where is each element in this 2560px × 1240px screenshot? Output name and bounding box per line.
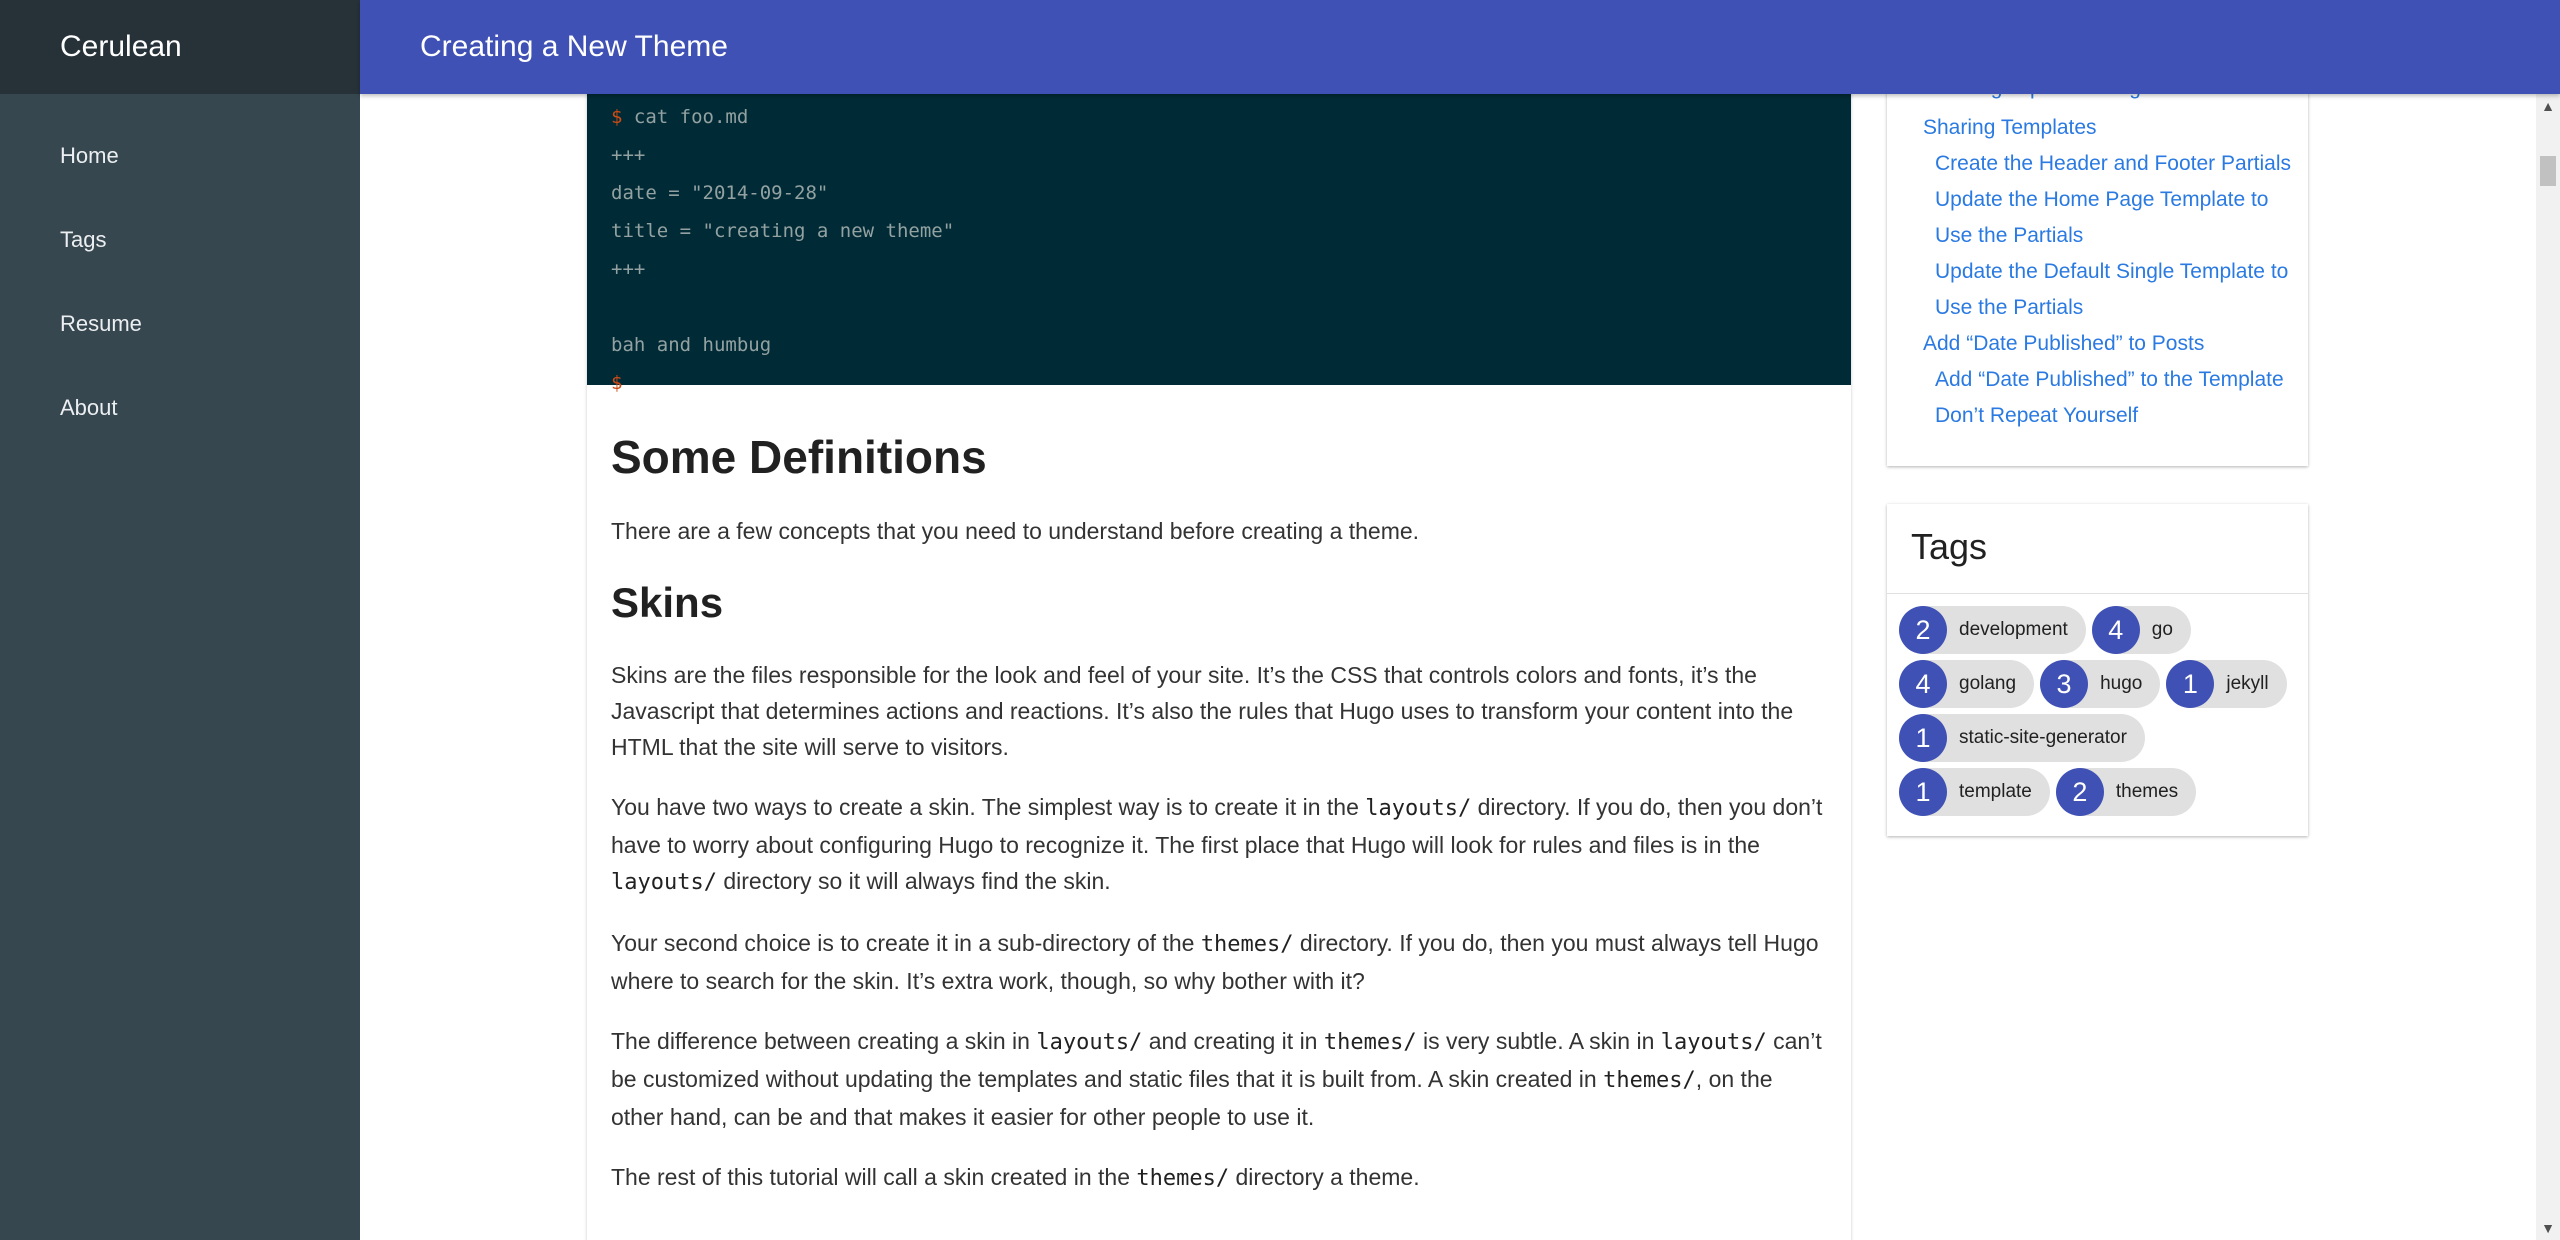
code-line: $ cat foo.md (611, 106, 749, 128)
tag-label: go (2151, 619, 2173, 640)
paragraph: The rest of this tutorial will call a sk… (611, 1164, 1420, 1191)
inline-code: layouts/ (1365, 796, 1472, 821)
scroll-up-arrow-icon[interactable]: ▲ (2536, 94, 2560, 118)
tag-chip[interactable]: 3 hugo (2040, 660, 2161, 708)
code-block: $ cat foo.md +++ date = "2014-09-28" tit… (587, 94, 1851, 394)
scroll-down-arrow-icon[interactable]: ▼ (2536, 1216, 2560, 1240)
paragraph: There are a few concepts that you need t… (611, 518, 1420, 544)
tag-chip[interactable]: 1 jekyll (2166, 660, 2287, 708)
code-line: bah and humbug (611, 334, 772, 356)
tag-count-badge: 1 (1899, 714, 1947, 762)
tag-count-badge: 2 (2055, 768, 2104, 816)
page-title: Creating a New Theme (420, 30, 728, 63)
tag-count-badge: 1 (2166, 660, 2215, 708)
inline-code: layouts/ (611, 870, 717, 895)
sidebar-header: Cerulean (0, 0, 360, 94)
app-bar: Creating a New Theme (360, 0, 2560, 94)
code-line: date = "2014-09-28" (611, 182, 829, 204)
inline-code: themes/ (1603, 1068, 1696, 1093)
toc-link[interactable]: Update the Default Single Template to (1923, 254, 2308, 290)
site-title-link[interactable]: Cerulean (60, 30, 182, 64)
code-line: +++ (611, 144, 646, 166)
scroll-thumb[interactable] (2540, 156, 2556, 186)
tags-card-title: Tags (1887, 504, 2308, 594)
paragraph: Your second choice is to create it in a … (611, 930, 1819, 994)
tag-chip[interactable]: 4 go (2091, 606, 2191, 654)
tag-chip[interactable]: 1 template (1899, 768, 2050, 816)
sidebar-nav: Home Tags Resume About (0, 94, 360, 460)
toc-link[interactable]: Add “Date Published” to the Template (1923, 362, 2308, 398)
table-of-contents: Creating Top Level Pages Sharing Templat… (1887, 94, 2308, 466)
code-line: +++ (611, 258, 646, 280)
tag-count-badge: 4 (2091, 606, 2140, 654)
tag-label: golang (1959, 673, 2017, 694)
tag-label: jekyll (2226, 673, 2269, 694)
tag-chip[interactable]: 4 golang (1899, 660, 2035, 708)
toc-link[interactable]: Update the Home Page Template to (1923, 182, 2308, 218)
toc-link[interactable]: Add “Date Published” to Posts (1923, 326, 2308, 362)
tag-label: themes (2115, 781, 2179, 802)
inline-code: themes/ (1323, 1030, 1417, 1055)
tag-count-badge: 4 (1899, 660, 1947, 708)
article-card: $ cat foo.md +++ date = "2014-09-28" tit… (587, 94, 1851, 1240)
inline-code: layouts/ (1660, 1030, 1767, 1055)
toc-clipped-row: Creating Top Level Pages (1923, 94, 2308, 110)
main-content: $ cat foo.md +++ date = "2014-09-28" tit… (360, 94, 2536, 1240)
inline-code: layouts/ (1036, 1030, 1143, 1055)
vertical-scrollbar[interactable]: ▲ ▼ (2536, 94, 2560, 1240)
paragraph: You have two ways to create a skin. The … (611, 794, 1823, 895)
tag-label: template (1959, 781, 2032, 802)
toc-link[interactable]: Don’t Repeat Yourself (1923, 398, 2308, 434)
paragraph: Skins are the files responsible for the … (611, 662, 1794, 760)
tag-count-badge: 3 (2040, 660, 2089, 708)
sidebar: Cerulean Home Tags Resume About (0, 0, 360, 1240)
tag-count-badge: 2 (1899, 606, 1947, 654)
toc-link[interactable]: Use the Partials (1923, 290, 2308, 326)
tag-chip-list: 2 development 4 go 4 golang 3 hugo 1 jekyll 1… (1887, 594, 2307, 822)
code-line: title = "creating a new theme" (611, 220, 955, 242)
tag-label: static-site-generator (1959, 727, 2127, 748)
tag-chip[interactable]: 2 themes (2055, 768, 2197, 816)
toc-link[interactable]: Create the Header and Footer Partials (1923, 146, 2308, 182)
toc-link[interactable]: Creating Top Level Pages (1923, 94, 2308, 106)
heading-skins: Skins (611, 579, 724, 626)
tag-chip[interactable]: 1 static-site-generator (1899, 714, 2145, 762)
toc-link[interactable]: Sharing Templates (1923, 110, 2308, 146)
nav-item-about[interactable]: About (0, 376, 360, 460)
article-body: Some Definitions There are a few concept… (587, 429, 1851, 1197)
tag-chip[interactable]: 2 development (1899, 606, 2086, 654)
tag-label: hugo (2100, 673, 2143, 694)
code-line: $ (611, 372, 623, 394)
tags-card: Tags 2 development 4 go 4 golang 3 hugo 1 jek… (1887, 504, 2308, 836)
nav-item-home[interactable]: Home (0, 124, 360, 208)
toc-link[interactable]: Use the Partials (1923, 218, 2308, 254)
tag-count-badge: 1 (1899, 768, 1947, 816)
inline-code: themes/ (1200, 932, 1294, 957)
nav-item-resume[interactable]: Resume (0, 292, 360, 376)
tag-label: development (1959, 619, 2068, 640)
nav-item-tags[interactable]: Tags (0, 208, 360, 292)
paragraph: The difference between creating a skin i… (611, 1028, 1822, 1130)
heading-some-definitions: Some Definitions (611, 431, 987, 483)
inline-code: themes/ (1136, 1166, 1230, 1191)
